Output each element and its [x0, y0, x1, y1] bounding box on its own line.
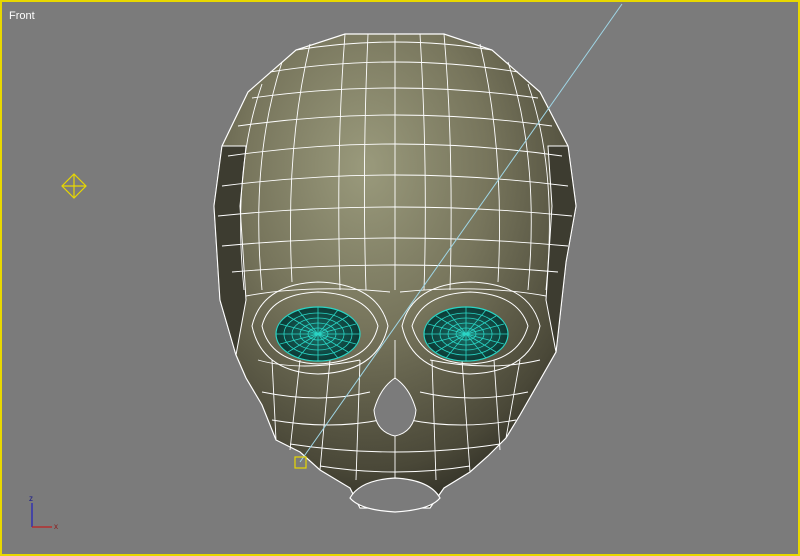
target-handle[interactable]	[294, 456, 307, 469]
right-eye-sphere[interactable]	[423, 306, 509, 362]
z-axis-label: z	[29, 494, 33, 503]
right-temple-plane	[545, 145, 577, 353]
skull-mesh[interactable]	[213, 33, 577, 513]
light-target-icon[interactable]	[61, 173, 87, 199]
left-eye-sphere[interactable]	[275, 306, 361, 362]
viewport-scene[interactable]: z x	[0, 0, 800, 556]
x-axis-label: x	[54, 522, 58, 531]
axis-gizmo: z x	[29, 494, 58, 531]
